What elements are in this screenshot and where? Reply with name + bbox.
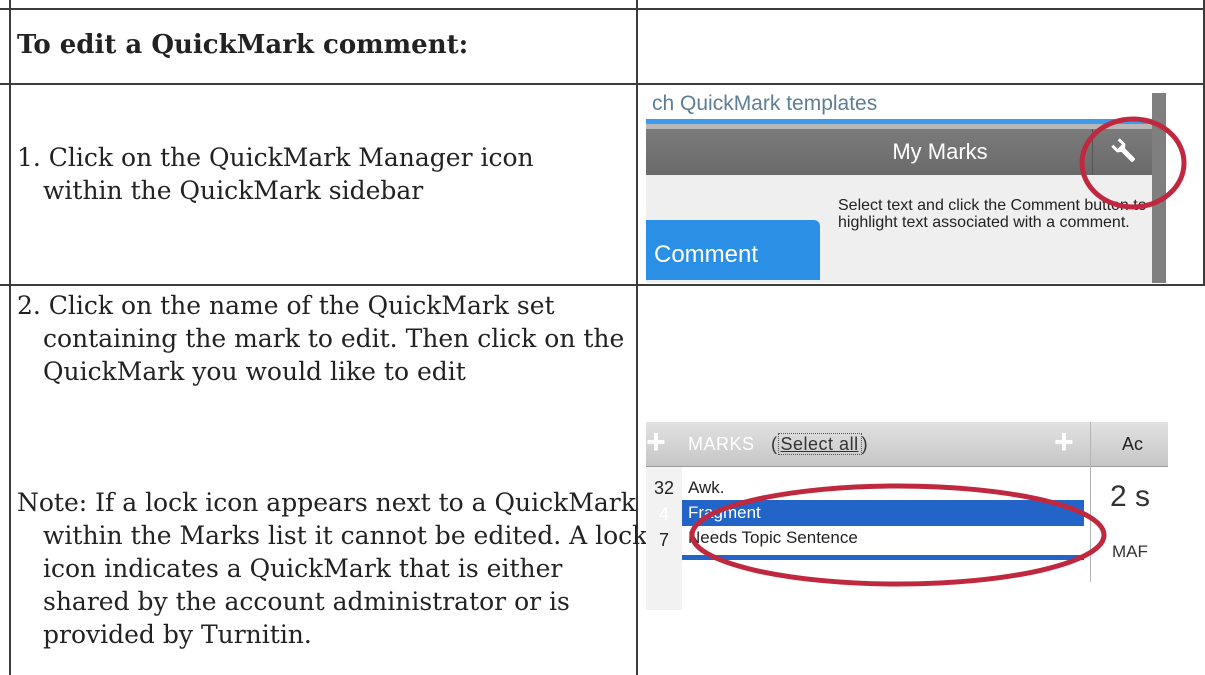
step-1-text: 1. Click on the QuickMark Manager icon w… bbox=[17, 143, 534, 205]
instruction-table: To edit a QuickMark comment: 1. Click on… bbox=[0, 0, 1205, 675]
select-all-link: Select all bbox=[777, 433, 862, 455]
my-marks-tab: My Marks bbox=[892, 139, 988, 164]
table-header: To edit a QuickMark comment: bbox=[17, 30, 469, 60]
open-paren: ( bbox=[760, 434, 778, 454]
close-paren: ) bbox=[861, 434, 869, 454]
table-row-divider bbox=[0, 83, 1205, 85]
highlight-circle bbox=[1079, 116, 1187, 210]
comment-button: Comment bbox=[646, 220, 820, 280]
plus-icon: + bbox=[646, 423, 666, 461]
table-border-top bbox=[0, 8, 1205, 10]
row-count: 4 bbox=[658, 504, 669, 524]
highlight-ellipse bbox=[689, 483, 1107, 587]
column-header: Ac bbox=[1122, 434, 1144, 454]
table-row-divider bbox=[0, 284, 1205, 286]
note-text: Note: If a lock icon appears next to a Q… bbox=[17, 488, 648, 649]
step-2-text: 2. Click on the name of the QuickMark se… bbox=[17, 291, 625, 386]
row-count: 7 bbox=[658, 530, 669, 550]
add-mark-plus-icon: + bbox=[1054, 423, 1074, 461]
table-border-left bbox=[9, 0, 11, 675]
row-count: 32 bbox=[653, 478, 675, 498]
marks-label: MARKS bbox=[688, 434, 755, 454]
